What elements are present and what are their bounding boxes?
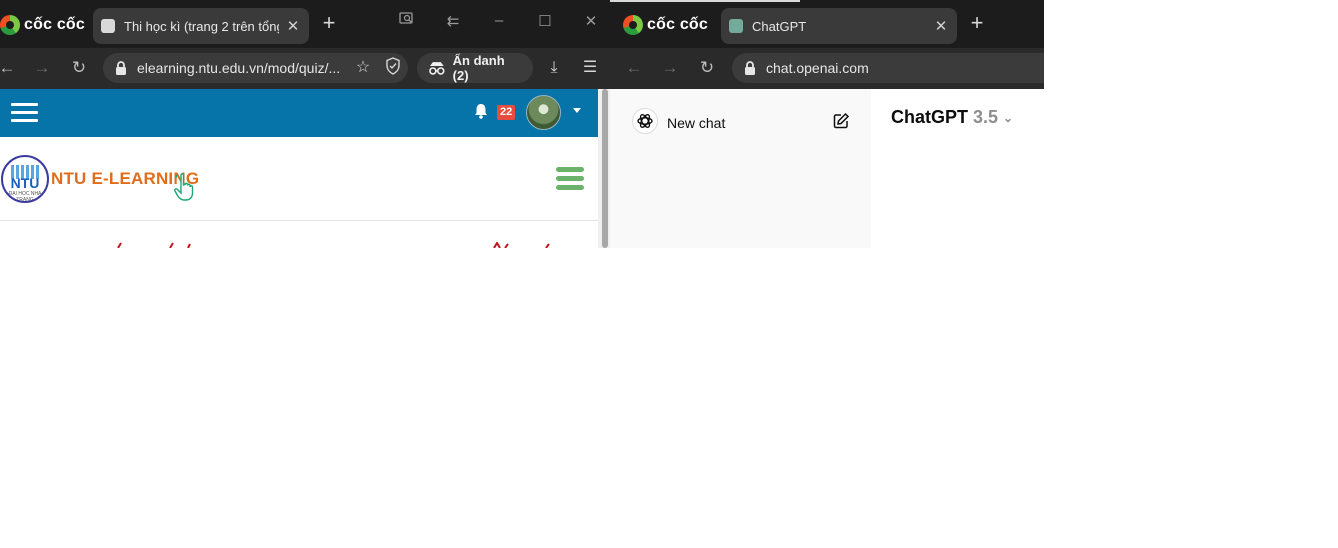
tab-close-icon[interactable]: ✕ (933, 17, 949, 35)
reload-icon[interactable]: ↻ (69, 57, 89, 79)
coccoc-logo-icon (0, 15, 20, 35)
page-scrollbar[interactable] (598, 89, 610, 248)
top-strip (610, 0, 800, 2)
chatgpt-favicon-icon (729, 19, 743, 33)
coccoc-logo-icon (623, 15, 643, 35)
incognito-icon (429, 62, 445, 75)
notification-count-badge: 22 (497, 105, 516, 120)
close-window-icon[interactable]: ✕ (581, 12, 601, 30)
tab-title: ChatGPT (752, 18, 807, 34)
incognito-button[interactable]: Ẩn danh (2) (417, 53, 533, 83)
moodle-favicon-icon (101, 19, 115, 33)
minimize-icon[interactable]: – (489, 12, 509, 29)
nav-drawer-toggle[interactable] (11, 103, 38, 123)
lock-icon (745, 61, 755, 75)
tab-title: Thi học kì (trang 2 trên tổng số 2) (124, 18, 279, 34)
site-menu-toggle[interactable] (556, 167, 584, 191)
brand-name: cốc cốc (24, 16, 85, 33)
scrollbar-thumb[interactable] (602, 89, 608, 248)
url-text: chat.openai.com (766, 60, 869, 76)
ntu-logo[interactable]: NTU ĐẠI HỌC NHA TRANG (1, 155, 49, 203)
back-icon[interactable]: ← (624, 57, 644, 79)
coccoc-brand[interactable]: cốc cốc (0, 14, 85, 36)
url-text: elearning.ntu.edu.vn/mod/quiz/... (137, 60, 341, 76)
logo-text: NTU (10, 175, 40, 191)
new-tab-button[interactable]: + (318, 12, 340, 34)
back-icon[interactable]: ← (0, 57, 17, 79)
shield-icon[interactable] (382, 57, 404, 79)
back-arrow-icon[interactable]: ⇇ (443, 12, 463, 30)
browser-window-elearning: cốc cốc Thi học kì (trang 2 trên tổng số… (0, 0, 610, 248)
bell-icon[interactable] (472, 102, 490, 120)
model-selector[interactable]: ChatGPT 3.5 ⌄ (891, 107, 1013, 128)
user-avatar[interactable] (526, 95, 561, 130)
coccoc-brand[interactable]: cốc cốc (623, 14, 708, 36)
openai-logo-icon[interactable] (632, 108, 658, 134)
address-bar[interactable]: chat.openai.com (732, 53, 1044, 83)
tab-close-icon[interactable]: ✕ (285, 17, 301, 35)
forward-icon[interactable]: → (660, 57, 680, 79)
model-version: 3.5 (973, 107, 999, 127)
chevron-down-icon: ⌄ (1003, 110, 1014, 125)
reload-icon[interactable]: ↻ (697, 57, 717, 79)
cropped-heading-marks (117, 242, 550, 248)
maximize-icon[interactable]: ☐ (535, 12, 555, 30)
model-name: ChatGPT (891, 107, 969, 127)
chat-sidebar: New chat (610, 89, 871, 248)
new-chat-edit-icon[interactable] (832, 112, 850, 130)
download-icon[interactable]: ⤓ (543, 57, 565, 79)
tab-chatgpt[interactable]: ChatGPT ✕ (721, 8, 957, 44)
tab-quiz[interactable]: Thi học kì (trang 2 trên tổng số 2) ✕ (93, 8, 309, 44)
incognito-label: Ẩn danh (2) (452, 53, 505, 83)
browser-menu-icon[interactable]: ☰ (579, 57, 601, 79)
new-chat-label[interactable]: New chat (667, 115, 725, 131)
browser-window-chatgpt: cốc cốc ChatGPT ✕ + ← → ↻ chat.openai.co… (610, 0, 1044, 248)
brand-name: cốc cốc (647, 16, 708, 33)
screen-search-icon[interactable] (397, 12, 417, 30)
forward-icon[interactable]: → (32, 57, 52, 79)
user-menu-caret-icon[interactable] (573, 108, 581, 113)
star-icon[interactable]: ☆ (352, 57, 374, 79)
lock-icon (116, 61, 126, 75)
new-tab-button[interactable]: + (966, 12, 988, 34)
pointer-hand-icon (174, 173, 194, 201)
